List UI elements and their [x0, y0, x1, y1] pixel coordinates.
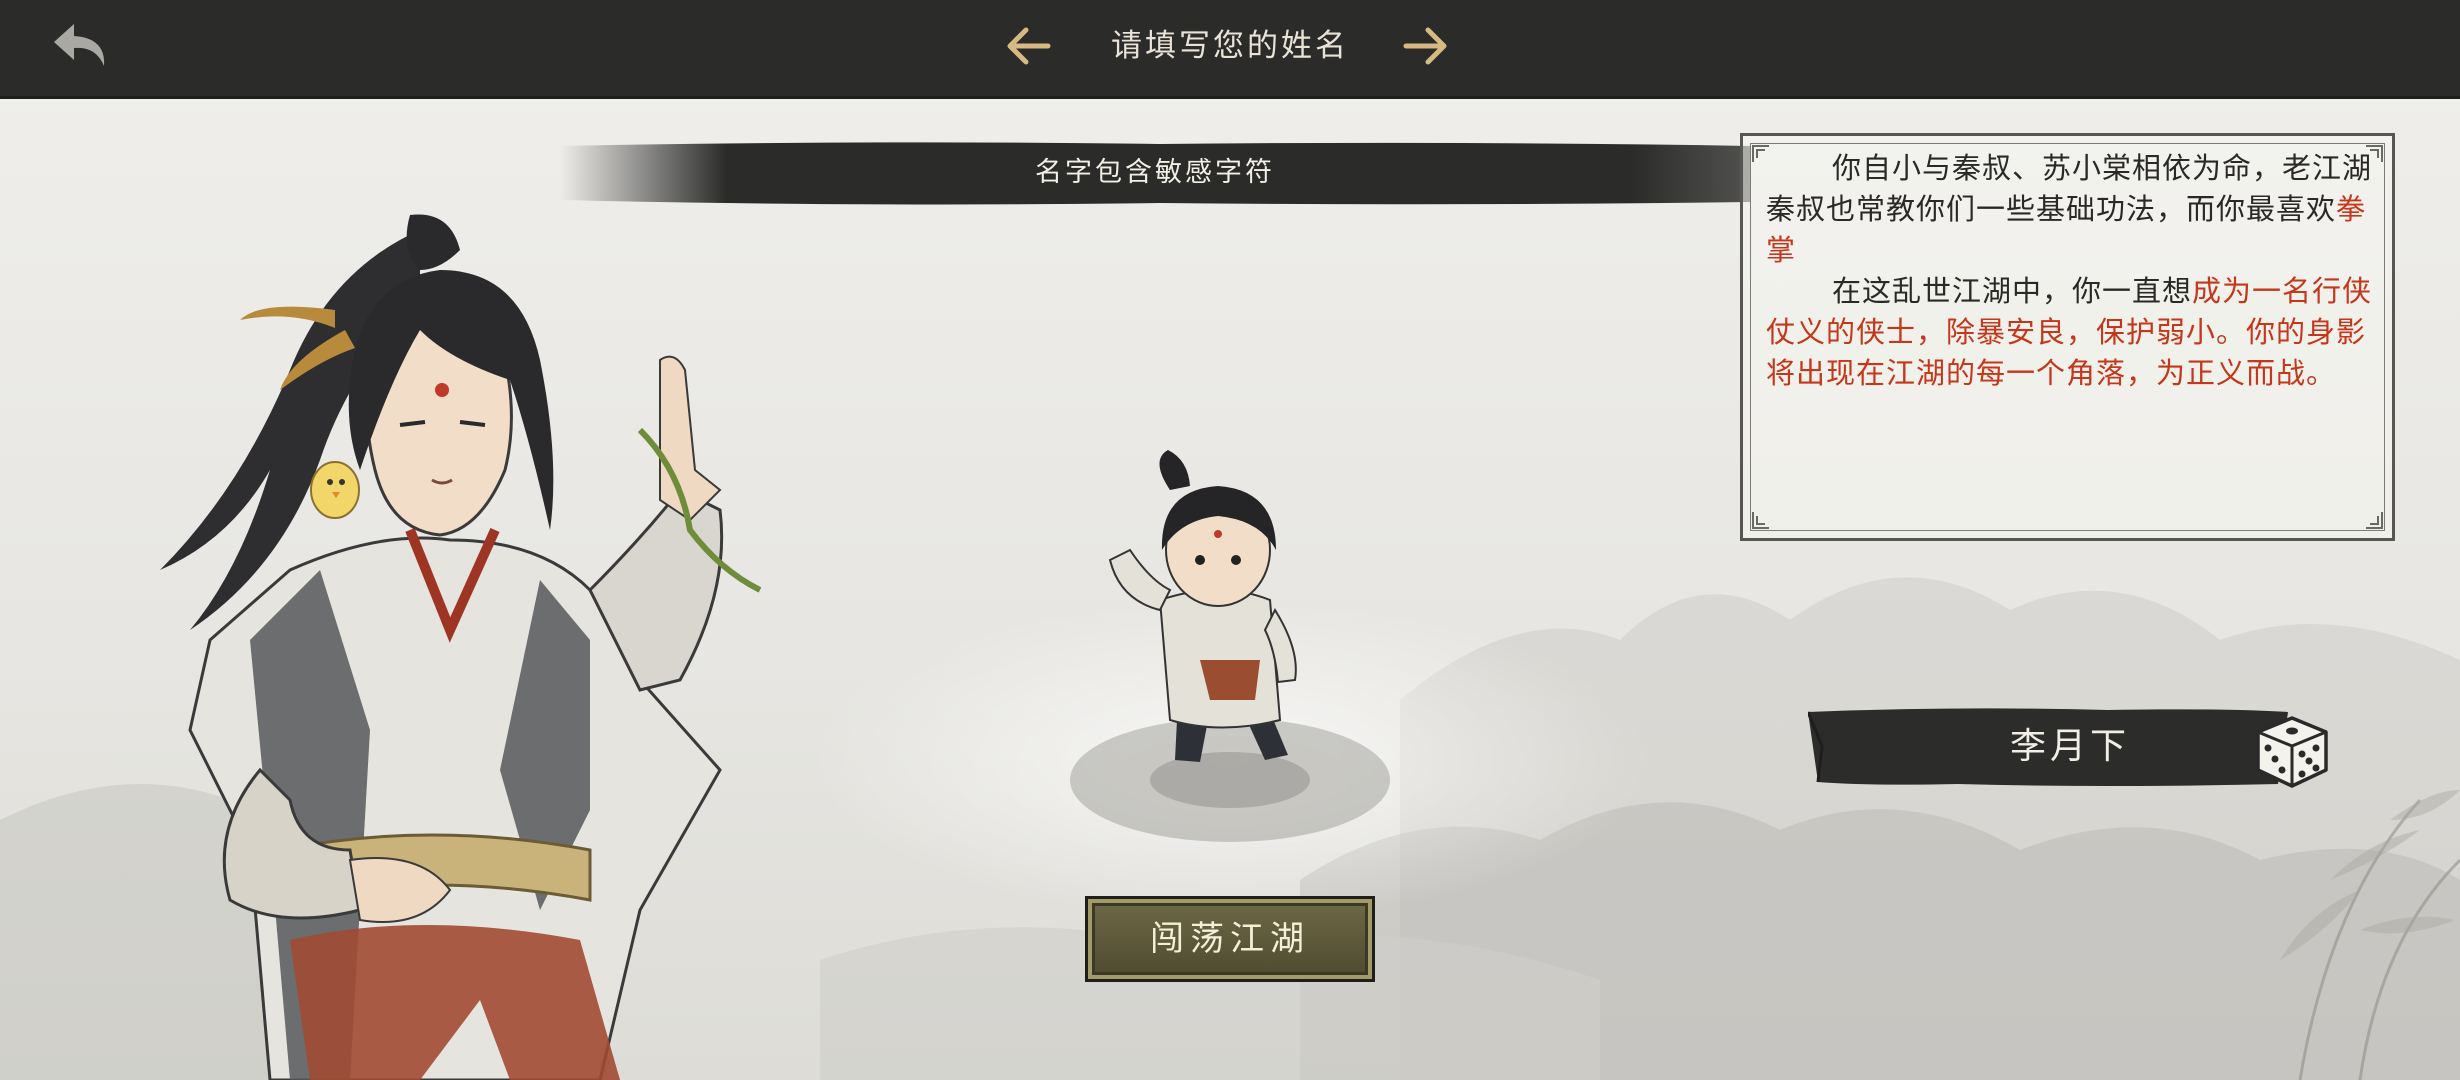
- story-description: 你自小与秦叔、苏小棠相依为命，老江湖秦叔也常教你们一些基础功法，而你最喜欢拳掌 …: [1766, 148, 2386, 394]
- arrow-right-icon[interactable]: [1402, 24, 1450, 68]
- character-avatar: [1070, 450, 1390, 842]
- page-title: 请填写您的姓名: [1111, 28, 1349, 64]
- warning-message: 名字包含敏感字符: [1035, 157, 1275, 188]
- name-value[interactable]: 李月下: [1920, 706, 2220, 788]
- corner-ornament: [2366, 512, 2383, 529]
- arrow-left-icon[interactable]: [1004, 24, 1052, 68]
- back-arrow-icon[interactable]: [48, 16, 120, 78]
- enter-jianghu-button[interactable]: 闯荡江湖: [1085, 896, 1375, 982]
- top-bar: 请填写您的姓名: [0, 0, 2460, 99]
- enter-jianghu-label: 闯荡江湖: [1150, 919, 1310, 959]
- story-text: 你自小与秦叔、苏小棠相依为命，老江湖秦叔也常教你们一些基础功法，而你最喜欢: [1766, 151, 2373, 226]
- dice-icon[interactable]: [2250, 708, 2332, 790]
- story-paragraph: 在这乱世江湖中，你一直想成为一名行侠仗义的侠士，除暴安良，保护弱小。你的身影将出…: [1766, 271, 2386, 394]
- hero-portrait: [160, 214, 762, 1080]
- story-paragraph: 你自小与秦叔、苏小棠相依为命，老江湖秦叔也常教你们一些基础功法，而你最喜欢拳掌: [1766, 148, 2386, 271]
- story-text: 在这乱世江湖中，你一直想: [1832, 274, 2193, 308]
- corner-ornament: [1752, 512, 1769, 529]
